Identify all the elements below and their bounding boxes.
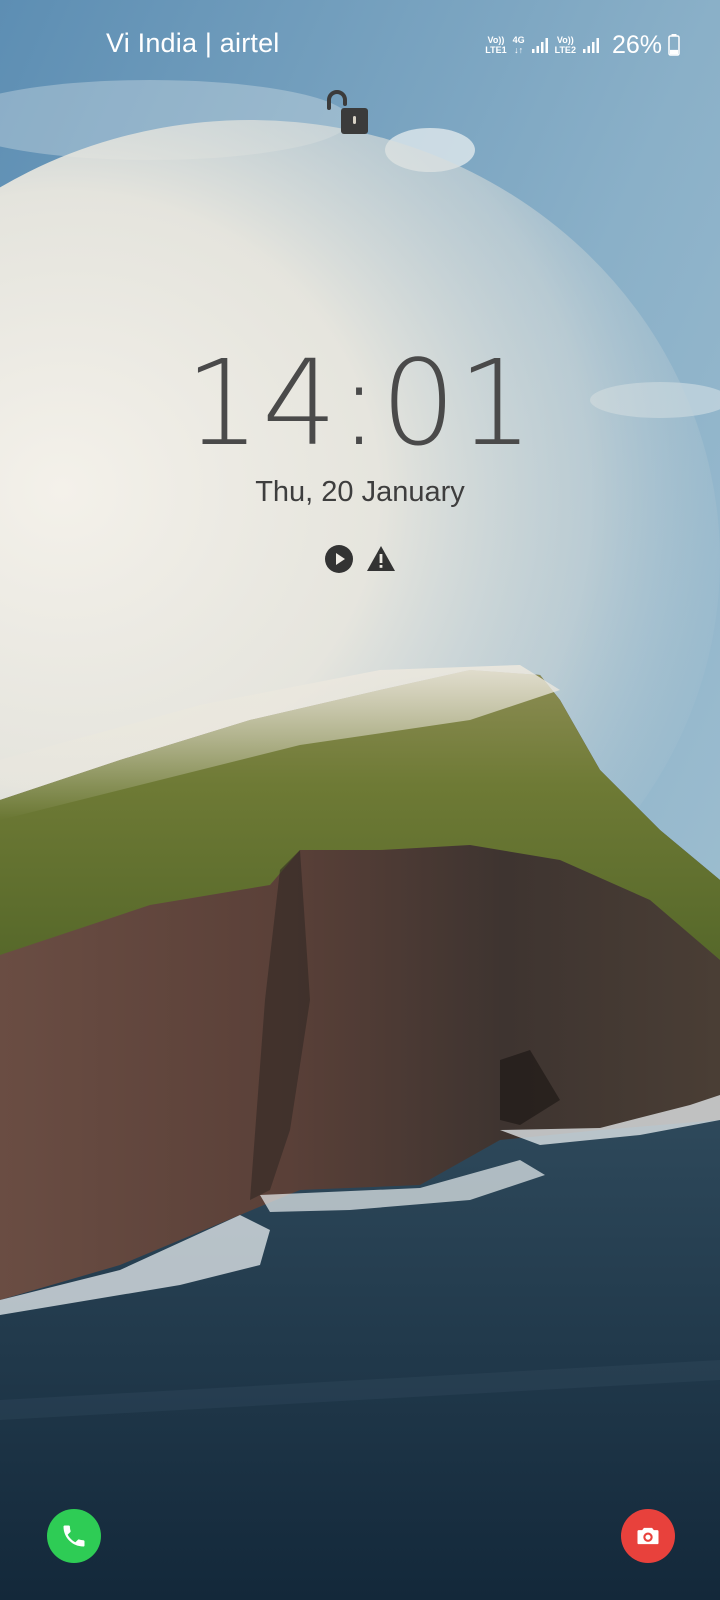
- sim2-volte-label: Vo)): [556, 35, 574, 45]
- camera-shortcut-button[interactable]: [621, 1509, 675, 1563]
- unlocked-padlock-icon[interactable]: [325, 88, 377, 140]
- battery-percentage: 26%: [611, 30, 662, 59]
- battery-fill: [670, 49, 678, 55]
- wallpaper-image: [0, 0, 720, 1600]
- status-bar[interactable]: Vi India | airtel Vo)) LTE1 4G ↓↑ Vo)) L…: [0, 0, 720, 90]
- lockscreen-date: Thu, 20 January: [255, 476, 465, 508]
- data-activity-arrows: ↓↑: [514, 45, 524, 55]
- signal-strength-icon: [531, 38, 548, 53]
- lock-screen[interactable]: Vi India | airtel Vo)) LTE1 4G ↓↑ Vo)) L…: [0, 0, 720, 1600]
- battery-icon: [668, 34, 680, 56]
- warning-triangle-icon[interactable]: [366, 544, 396, 574]
- carrier-name: Vi India | airtel: [106, 28, 280, 58]
- signal-strength-icon: [582, 38, 599, 53]
- notification-icons[interactable]: [0, 544, 720, 574]
- sim1-volte-indicator: Vo)) LTE1: [485, 35, 506, 55]
- play-circle-icon[interactable]: [324, 544, 354, 574]
- sim2-lte-label: LTE2: [554, 45, 576, 55]
- phone-icon: [63, 1525, 85, 1547]
- sim2-volte-indicator: Vo)) LTE2: [555, 35, 576, 55]
- sim1-lte-label: LTE1: [485, 45, 507, 55]
- camera-icon: [637, 1527, 659, 1545]
- status-icons: Vo)) LTE1 4G ↓↑ Vo)) LTE2 26%: [485, 28, 680, 62]
- mobile-data-indicator: 4G ↓↑: [513, 35, 525, 55]
- data-type-label: 4G: [512, 35, 525, 45]
- sim1-volte-label: Vo)): [487, 35, 505, 45]
- phone-shortcut-button[interactable]: [47, 1509, 101, 1563]
- lockscreen-clock: 14:01: [184, 334, 536, 472]
